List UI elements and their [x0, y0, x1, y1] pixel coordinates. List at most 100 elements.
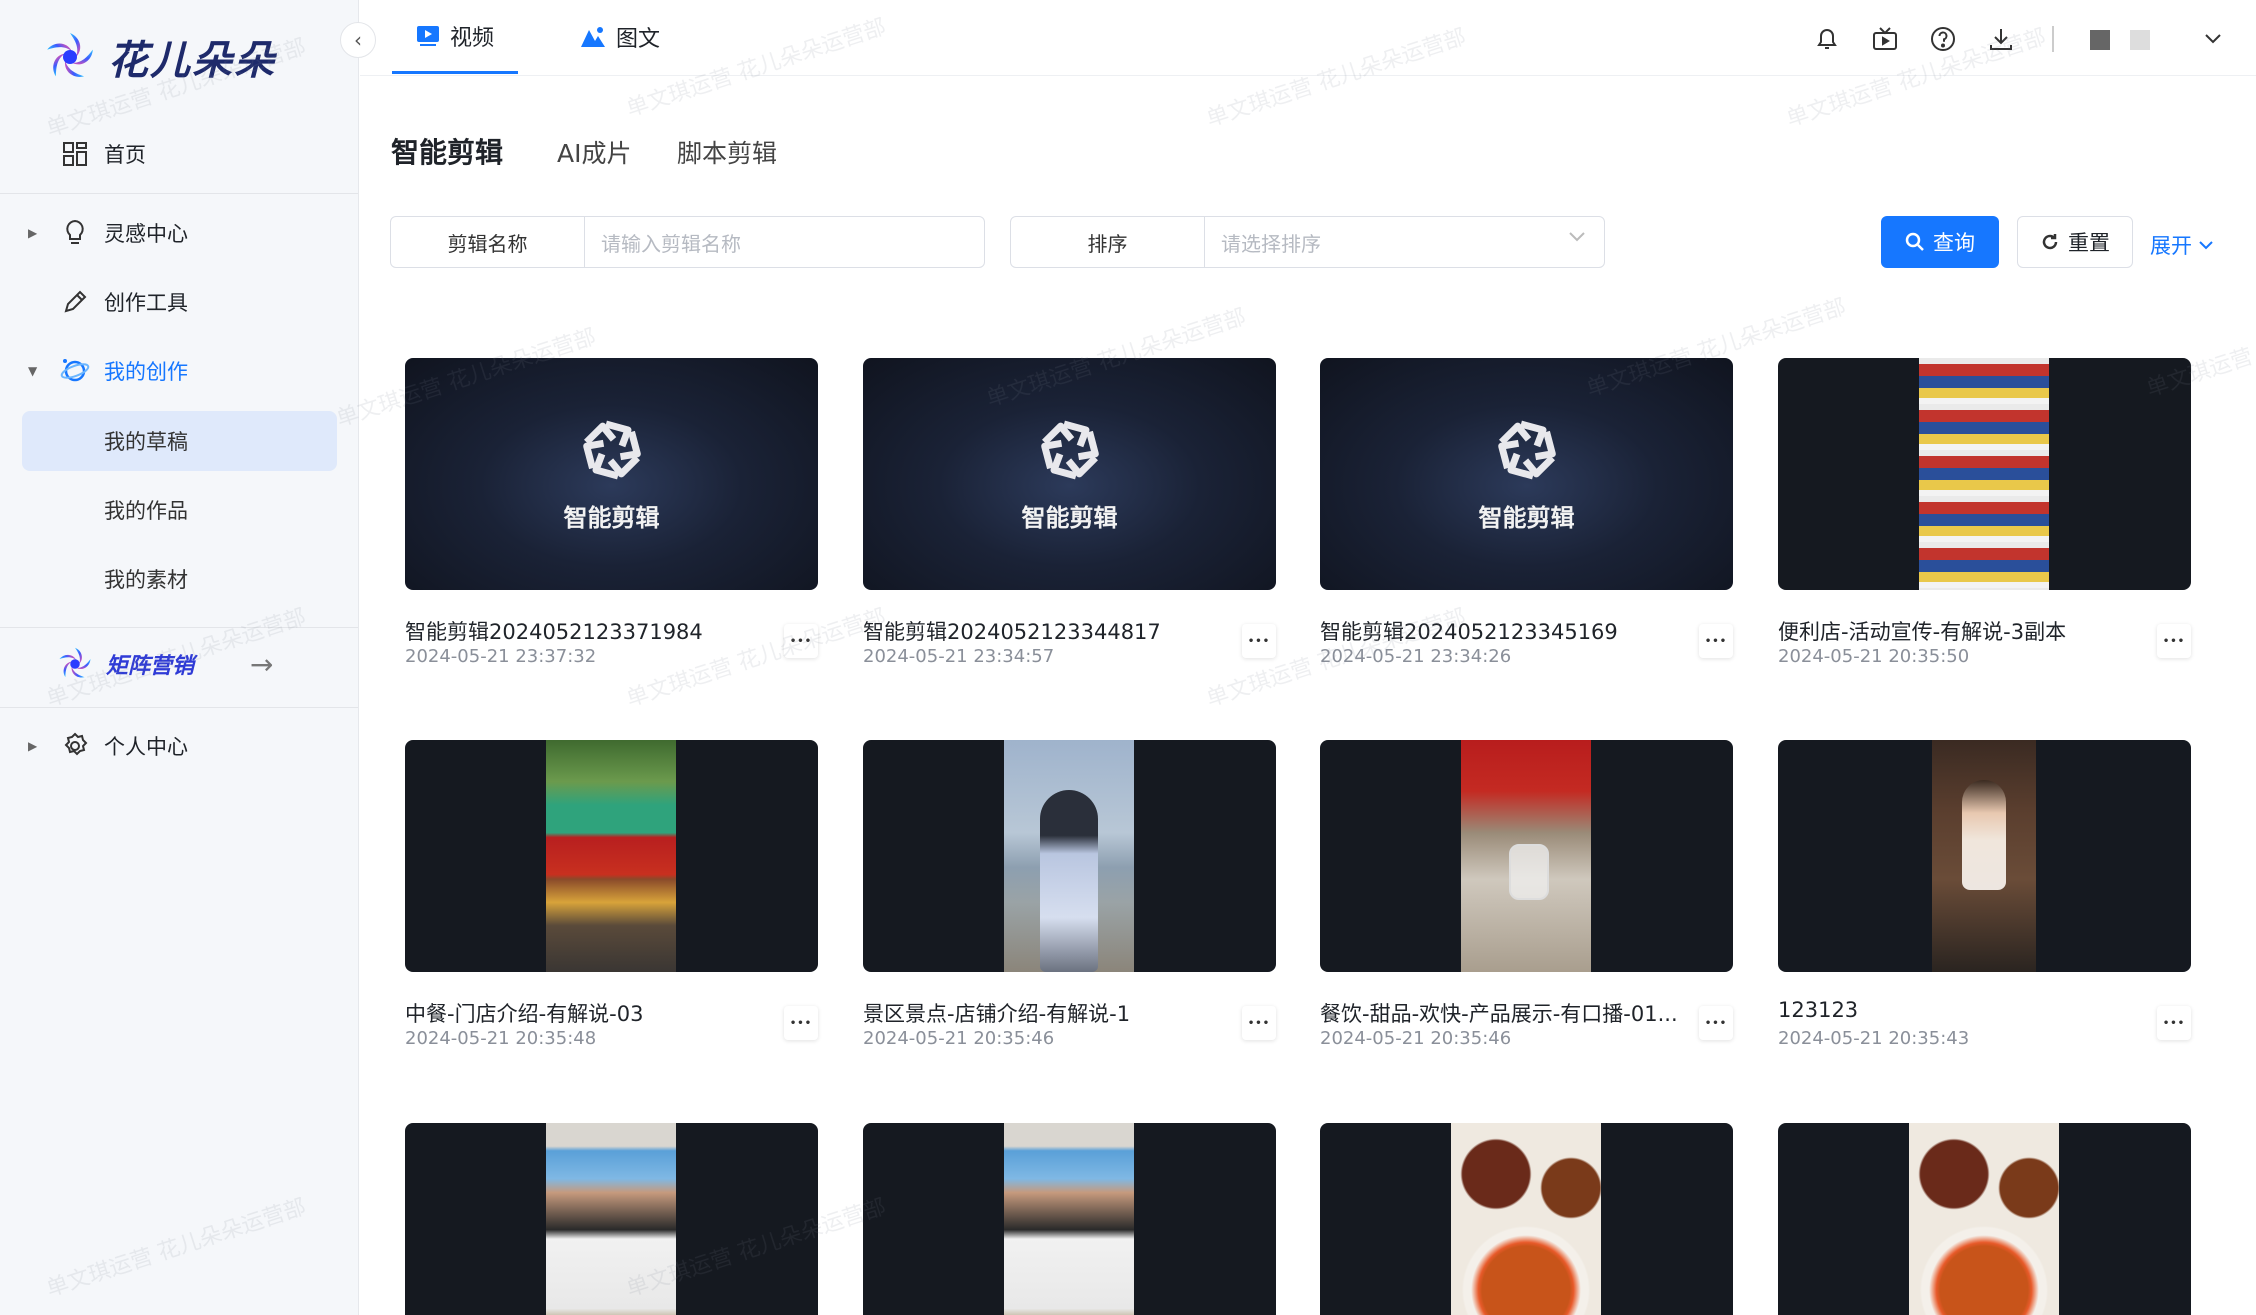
draft-card[interactable]: 智能剪辑 智能剪辑2024052123344817 2024-05-21 23:34… [863, 358, 1276, 667]
draft-card[interactable]: 便利店-活动宣传-有解说-3副本 2024-05-21 20:35:50 ••• [1778, 358, 2191, 667]
toolbar-divider [2052, 26, 2054, 52]
tab-video[interactable]: 视频 [392, 0, 519, 74]
video-icon [417, 25, 439, 46]
sub-item-works[interactable]: 我的作品 [22, 480, 337, 540]
nav-inspiration-label: 灵感中心 [104, 222, 188, 246]
chevron-down-icon [2199, 241, 2213, 250]
card-thumbnail[interactable]: 智能剪辑 [405, 358, 818, 590]
card-title: 中餐-门店介绍-有解说-03 [405, 1002, 644, 1026]
card-thumbnail[interactable] [405, 1123, 818, 1315]
food-plates-image [1909, 1123, 2059, 1315]
more-options-button[interactable]: ••• [1242, 624, 1276, 658]
draft-card[interactable]: 123123 2024-05-21 20:35:43 ••• [1778, 740, 2191, 1049]
ellipsis-icon: ••• [2162, 1017, 2186, 1029]
card-title: 智能剪辑2024052123371984 [405, 620, 703, 644]
reset-button[interactable]: 重置 [2017, 216, 2133, 268]
ellipsis-icon: ••• [2162, 635, 2186, 647]
card-date: 2024-05-21 20:35:43 [1778, 1028, 1970, 1049]
brand-logo[interactable]: 花儿朵朵 [42, 28, 276, 86]
nav-inspiration[interactable]: ▶ 灵感中心 [0, 208, 358, 258]
edit-name-input[interactable]: 请输入剪辑名称 [585, 217, 984, 267]
more-options-button[interactable]: ••• [784, 1006, 818, 1040]
nav-my-creation-label: 我的创作 [104, 360, 188, 384]
expand-toggle-label: 展开 [2150, 234, 2192, 258]
more-options-button[interactable]: ••• [784, 624, 818, 658]
chef-cooking-image [1004, 1123, 1134, 1315]
flower-logo-icon [47, 33, 93, 77]
card-thumbnail[interactable] [863, 740, 1276, 972]
query-button[interactable]: 查询 [1881, 216, 1999, 268]
smart-edit-shutter-icon [1497, 420, 1556, 480]
username-placeholder[interactable] [2130, 30, 2150, 50]
sort-select[interactable]: 请选择排序 [1205, 217, 1604, 267]
tab-image-text[interactable]: 图文 [570, 0, 670, 74]
draft-card[interactable]: 智能剪辑 智能剪辑2024052123345169 2024-05-21 23:34… [1320, 358, 1733, 667]
card-thumbnail[interactable]: 智能剪辑 [863, 358, 1276, 590]
more-options-button[interactable]: ••• [2157, 624, 2191, 658]
more-options-button[interactable]: ••• [1699, 624, 1733, 658]
nav-personal-center[interactable]: ▶ 个人中心 [0, 721, 358, 771]
nav-home-label: 首页 [104, 143, 146, 167]
card-thumbnail[interactable] [1778, 358, 2191, 590]
chevron-down-icon[interactable] [2198, 24, 2228, 54]
card-title: 便利店-活动宣传-有解说-3副本 [1778, 620, 2067, 644]
matrix-marketing-link[interactable]: 矩阵营销 [56, 645, 194, 683]
flower-logo-icon [59, 647, 91, 678]
draft-card[interactable]: 中餐-门店介绍-有解说-03 2024-05-21 20:35:48 ••• [405, 740, 818, 1049]
subtab-ai-video[interactable]: AI成片 [557, 134, 631, 170]
store-shelves-image [1919, 358, 2049, 590]
sub-item-drafts[interactable]: 我的草稿 [22, 411, 337, 471]
collapse-sidebar-button[interactable]: ‹ [340, 22, 376, 58]
chef-cooking-image [546, 1123, 676, 1315]
nav-tools-label: 创作工具 [104, 291, 188, 315]
draft-card[interactable]: 智能剪辑智能剪辑2024052123371984 2024-05-21 23:37… [405, 358, 818, 667]
card-date: 2024-05-21 23:37:32 [405, 646, 597, 667]
sidebar-divider [0, 707, 358, 708]
avatar[interactable] [2090, 30, 2110, 50]
nav-tools[interactable]: 创作工具 [0, 277, 358, 327]
card-date: 2024-05-21 20:35:46 [863, 1028, 1055, 1049]
thumbnail-placeholder-label: 智能剪辑 [1021, 504, 1118, 532]
draft-card[interactable]: 餐饮-甜品-欢快-产品展示-有口播-01... 2024-05-21 20:35:… [1320, 740, 1733, 1049]
card-thumbnail[interactable] [1320, 1123, 1733, 1315]
card-thumbnail[interactable]: 智能剪辑 [1320, 358, 1733, 590]
draft-card[interactable] [1778, 1123, 2191, 1315]
creation-orbit-icon [60, 356, 90, 386]
gear-icon [60, 731, 90, 761]
download-icon[interactable] [1986, 24, 2016, 54]
card-date: 2024-05-21 20:35:48 [405, 1028, 597, 1049]
draft-card[interactable]: 景区景点-店铺介绍-有解说-1 2024-05-21 20:35:46 ••• [863, 740, 1276, 1049]
card-thumbnail[interactable] [1778, 1123, 2191, 1315]
tv-icon[interactable] [1870, 24, 1900, 54]
more-options-button[interactable]: ••• [1242, 1006, 1276, 1040]
chevron-down-icon [1569, 232, 1585, 242]
card-thumbnail[interactable] [863, 1123, 1276, 1315]
arrow-right-icon[interactable]: → [250, 648, 273, 681]
more-options-button[interactable]: ••• [1699, 1006, 1733, 1040]
thumbnail-placeholder-label: 智能剪辑 [563, 504, 660, 532]
card-thumbnail[interactable] [1320, 740, 1733, 972]
ellipsis-icon: ••• [1247, 635, 1271, 647]
help-icon[interactable] [1928, 24, 1958, 54]
ellipsis-icon: ••• [1704, 1017, 1728, 1029]
lakeside-person-image [1004, 740, 1134, 972]
card-thumbnail[interactable] [1778, 740, 2191, 972]
caret-down-icon: ▼ [28, 364, 38, 378]
draft-card[interactable] [1320, 1123, 1733, 1315]
subtab-smart-edit[interactable]: 智能剪辑 [391, 131, 504, 173]
sub-item-materials[interactable]: 我的素材 [22, 549, 337, 609]
chevron-left-icon: ‹ [354, 28, 362, 52]
reset-button-label: 重置 [2068, 231, 2110, 255]
matrix-marketing-label: 矩阵营销 [106, 654, 195, 679]
draft-card[interactable] [405, 1123, 818, 1315]
brand-name: 花儿朵朵 [108, 38, 276, 84]
nav-my-creation[interactable]: ▼ 我的创作 [0, 346, 358, 396]
expand-toggle[interactable]: 展开 [2150, 230, 2214, 260]
card-thumbnail[interactable] [405, 740, 818, 972]
bell-icon[interactable] [1812, 24, 1842, 54]
more-options-button[interactable]: ••• [2157, 1006, 2191, 1040]
draft-card[interactable] [863, 1123, 1276, 1315]
food-plates-image [1451, 1123, 1601, 1315]
nav-home[interactable]: 首页 [0, 129, 358, 179]
subtab-script-edit[interactable]: 脚本剪辑 [677, 134, 777, 170]
